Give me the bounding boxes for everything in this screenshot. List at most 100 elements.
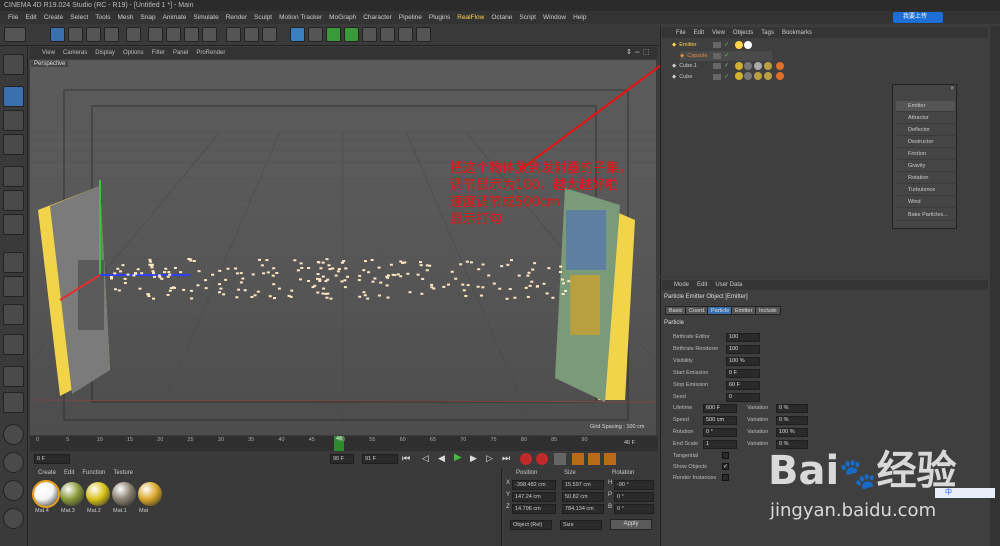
move-tool-button[interactable] [50, 27, 65, 42]
material-swatch[interactable] [60, 482, 84, 506]
y-axis-button[interactable] [166, 27, 181, 42]
checkbox[interactable] [722, 452, 729, 459]
menu-realflow[interactable]: RealFlow [457, 14, 484, 21]
material-tag-icon[interactable] [776, 62, 784, 70]
viewport-menu-cameras[interactable]: Cameras [63, 50, 87, 56]
step-back-icon[interactable]: ◀ [438, 453, 445, 464]
viewport-menu-view[interactable]: View [42, 50, 55, 56]
menu-help[interactable]: Help [573, 14, 586, 21]
check-icon[interactable]: ✓ [724, 41, 729, 48]
check-icon[interactable]: ✓ [724, 62, 729, 69]
attr-variation-input[interactable]: 100 % [776, 428, 808, 437]
next-key-icon[interactable]: ▷ [486, 453, 493, 464]
material-tag-icon[interactable] [764, 72, 772, 80]
check-icon[interactable]: ✓ [724, 73, 729, 80]
ime-tray[interactable]: 中 [935, 488, 995, 498]
particle-menu-friction[interactable]: Friction [896, 149, 955, 160]
tab-include[interactable]: Include [755, 306, 781, 315]
polygons-mode-button[interactable] [3, 214, 24, 235]
sphere-shading-4-button[interactable] [3, 508, 24, 529]
attr-variation-input[interactable]: 0 % [776, 404, 808, 413]
x-axis-button[interactable] [148, 27, 163, 42]
rotate-tool-button[interactable] [104, 27, 119, 42]
visibility-dots[interactable] [713, 52, 721, 59]
check-icon[interactable]: ✓ [724, 52, 729, 59]
attr-pair-input[interactable]: 500 cm [703, 416, 737, 425]
render-picture-button[interactable] [244, 27, 259, 42]
coord-size-select[interactable]: Size [560, 520, 602, 530]
material-tag-icon[interactable] [744, 41, 752, 49]
camera-button[interactable] [398, 27, 413, 42]
scale-tool-button[interactable] [86, 27, 101, 42]
light-button[interactable] [416, 27, 431, 42]
menu-pipeline[interactable]: Pipeline [399, 14, 422, 21]
coord-rotation-field[interactable]: -90 ° [614, 480, 654, 490]
workplane-lock-button[interactable] [3, 366, 24, 387]
position-key-icon[interactable] [572, 453, 584, 465]
tab-particle[interactable]: Particle [707, 306, 734, 315]
viewport-menu-display[interactable]: Display [95, 50, 115, 56]
particle-menu-turbulence[interactable]: Turbulence [896, 185, 955, 196]
material-tag-icon[interactable] [776, 72, 784, 80]
deformer-button[interactable] [362, 27, 377, 42]
upload-badge[interactable]: 我要上传 [893, 12, 943, 23]
visibility-dots[interactable] [713, 73, 721, 80]
material-tag-icon[interactable] [764, 62, 772, 70]
material-menu-create[interactable]: Create [38, 470, 56, 476]
material-tag-icon[interactable] [735, 41, 743, 49]
material-tag-icon[interactable] [754, 72, 762, 80]
attr-pair-input[interactable]: 1 [703, 440, 737, 449]
step-forward-icon[interactable]: ▶ [470, 453, 477, 464]
autokey-icon[interactable] [536, 453, 548, 465]
attr-field-input[interactable]: 100 [726, 345, 760, 354]
coord-rotation-field[interactable]: 0 ° [614, 492, 654, 502]
menu-animate[interactable]: Animate [163, 14, 187, 21]
viewport-menu-panel[interactable]: Panel [173, 50, 188, 56]
coord-system-button[interactable] [202, 27, 217, 42]
particle-menu-bake-particles-[interactable]: Bake Particles... [896, 210, 955, 221]
attr-pair-input[interactable]: 0 ° [703, 428, 737, 437]
material-tag-icon[interactable] [735, 62, 743, 70]
coord-position-field[interactable]: 147.24 cm [512, 492, 556, 502]
scale-key-icon[interactable] [588, 453, 600, 465]
particle-menu-deflector[interactable]: Deflector [896, 125, 955, 136]
model-mode-button[interactable] [3, 86, 24, 107]
magnet-button[interactable] [3, 334, 24, 355]
particle-menu-rotation[interactable]: Rotation [896, 173, 955, 184]
coord-position-field[interactable]: -398.482 cm [512, 480, 556, 490]
material-swatch[interactable] [138, 482, 162, 506]
menu-mograph[interactable]: MoGraph [329, 14, 356, 21]
material-tag-icon[interactable] [744, 62, 752, 70]
array-button[interactable] [344, 27, 359, 42]
menu-render[interactable]: Render [226, 14, 247, 21]
grid-button[interactable] [3, 392, 24, 413]
play-icon[interactable]: ▶ [454, 452, 462, 463]
menu-plugins[interactable]: Plugins [429, 14, 450, 21]
object-menu-objects[interactable]: Objects [733, 30, 753, 36]
material-swatch[interactable] [32, 480, 60, 508]
prev-key-icon[interactable]: ◁ [422, 453, 429, 464]
material-tag-icon[interactable] [744, 72, 752, 80]
attribute-menu-mode[interactable]: Mode [674, 280, 689, 290]
material-swatch[interactable] [86, 482, 110, 506]
apply-button[interactable]: Apply [610, 519, 652, 530]
object-menu-view[interactable]: View [712, 30, 725, 36]
particle-menu-wind[interactable]: Wind [896, 197, 955, 208]
viewport-menu-filter[interactable]: Filter [152, 50, 165, 56]
particle-menu-emitter[interactable]: Emitter [896, 101, 955, 112]
tab-basic[interactable]: Basic [665, 306, 687, 315]
render-view-button[interactable] [226, 27, 241, 42]
menu-edit[interactable]: Edit [25, 14, 36, 21]
menu-create[interactable]: Create [44, 14, 64, 21]
menu-snap[interactable]: Snap [140, 14, 155, 21]
checkbox[interactable] [722, 474, 729, 481]
go-end-icon[interactable]: ⏭ [502, 453, 510, 464]
menu-simulate[interactable]: Simulate [193, 14, 218, 21]
render-settings-button[interactable] [262, 27, 277, 42]
attribute-menu-user-data[interactable]: User Data [715, 280, 742, 290]
floor-button[interactable] [380, 27, 395, 42]
cube-primitive-button[interactable] [290, 27, 305, 42]
workplane-button[interactable] [3, 134, 24, 155]
attr-field-input[interactable]: 0 F [726, 369, 760, 378]
material-menu-texture[interactable]: Texture [113, 470, 133, 476]
